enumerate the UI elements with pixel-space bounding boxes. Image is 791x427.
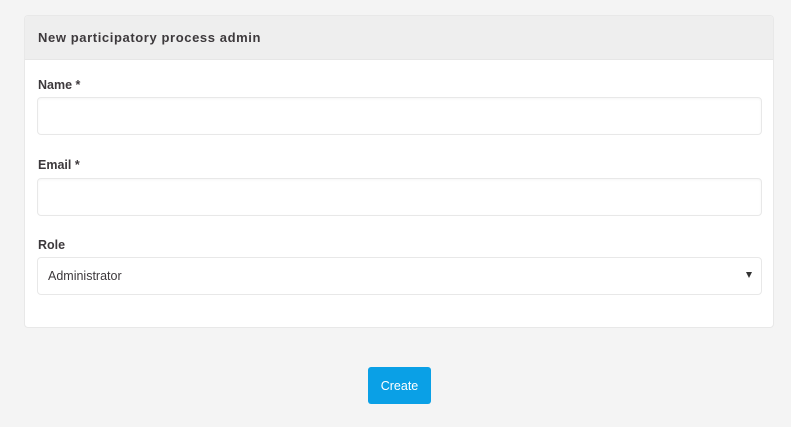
role-label: Role — [38, 238, 66, 252]
role-select-value: Administrator — [48, 269, 122, 283]
name-input[interactable] — [37, 97, 762, 135]
card-header: New participatory process admin — [25, 16, 773, 60]
create-button[interactable]: Create — [368, 367, 431, 404]
email-label: Email * — [38, 158, 80, 172]
role-select[interactable]: Administrator — [37, 257, 762, 295]
form-title: New participatory process admin — [38, 30, 262, 45]
new-admin-form-card: New participatory process admin Name * E… — [24, 15, 774, 328]
email-input[interactable] — [37, 178, 762, 216]
name-label: Name * — [38, 78, 81, 92]
caret-down-icon — [746, 272, 752, 278]
